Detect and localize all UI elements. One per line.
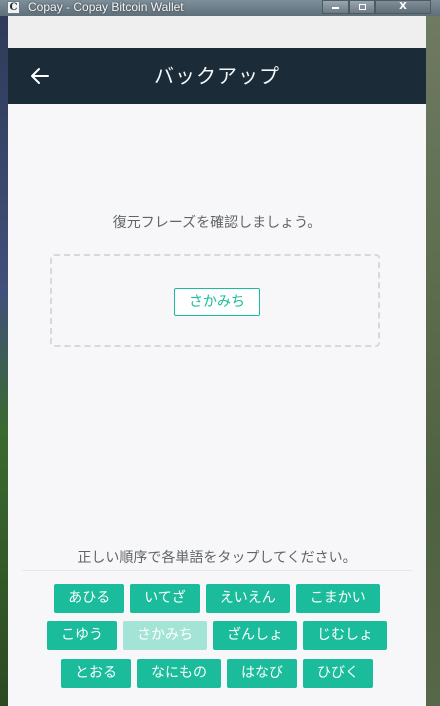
word-button[interactable]: えいえん [205, 584, 290, 613]
word-bank-row: あひる いてざ えいえん こまかい [8, 584, 426, 613]
selected-word-chip[interactable]: さかみち [174, 288, 260, 316]
window-title: Copay - Copay Bitcoin Wallet [28, 0, 184, 14]
window-titlebar[interactable]: C Copay - Copay Bitcoin Wallet X [0, 0, 440, 16]
word-button[interactable]: ひびく [303, 659, 373, 688]
minimize-icon [332, 7, 339, 9]
word-button-used[interactable]: さかみち [123, 621, 207, 650]
desktop-background-left [0, 16, 8, 706]
maximize-button[interactable] [349, 0, 375, 14]
selected-words-area: さかみち [50, 254, 380, 347]
word-bank-row: こゆう さかみち ざんしょ じむしょ [8, 621, 426, 650]
app-window: バックアップ 復元フレーズを確認しましょう。 さかみち 正しい順序で各単語をタッ… [8, 16, 426, 706]
copay-app-icon: C [7, 1, 20, 14]
word-button[interactable]: ざんしょ [213, 621, 297, 650]
close-icon: X [399, 1, 407, 12]
word-bank-row: とおる なにもの はなび ひびく [8, 659, 426, 688]
app-header: バックアップ [8, 48, 426, 104]
word-button[interactable]: こまかい [295, 584, 380, 613]
minimize-button[interactable] [322, 0, 349, 14]
word-tap-instructions: 正しい順序で各単語をタップしてください。 [77, 550, 357, 566]
page-title: バックアップ [154, 64, 280, 88]
word-button[interactable]: いてざ [130, 584, 200, 613]
confirm-prompt: 復元フレーズを確認しましょう。 [112, 215, 322, 231]
desktop-background-right [426, 16, 440, 706]
word-button[interactable]: はなび [227, 659, 297, 688]
maximize-icon [358, 4, 366, 10]
window-toolbar-strip [8, 16, 426, 49]
word-button[interactable]: じむしょ [303, 621, 387, 650]
word-button[interactable]: なにもの [137, 659, 221, 688]
word-button[interactable]: とおる [61, 659, 131, 688]
backup-confirm-content: 復元フレーズを確認しましょう。 さかみち 正しい順序で各単語をタップしてください… [8, 104, 426, 706]
close-window-button[interactable]: X [375, 0, 431, 14]
word-button[interactable]: こゆう [47, 621, 117, 650]
word-button[interactable]: あひる [54, 584, 125, 613]
divider [22, 570, 412, 571]
